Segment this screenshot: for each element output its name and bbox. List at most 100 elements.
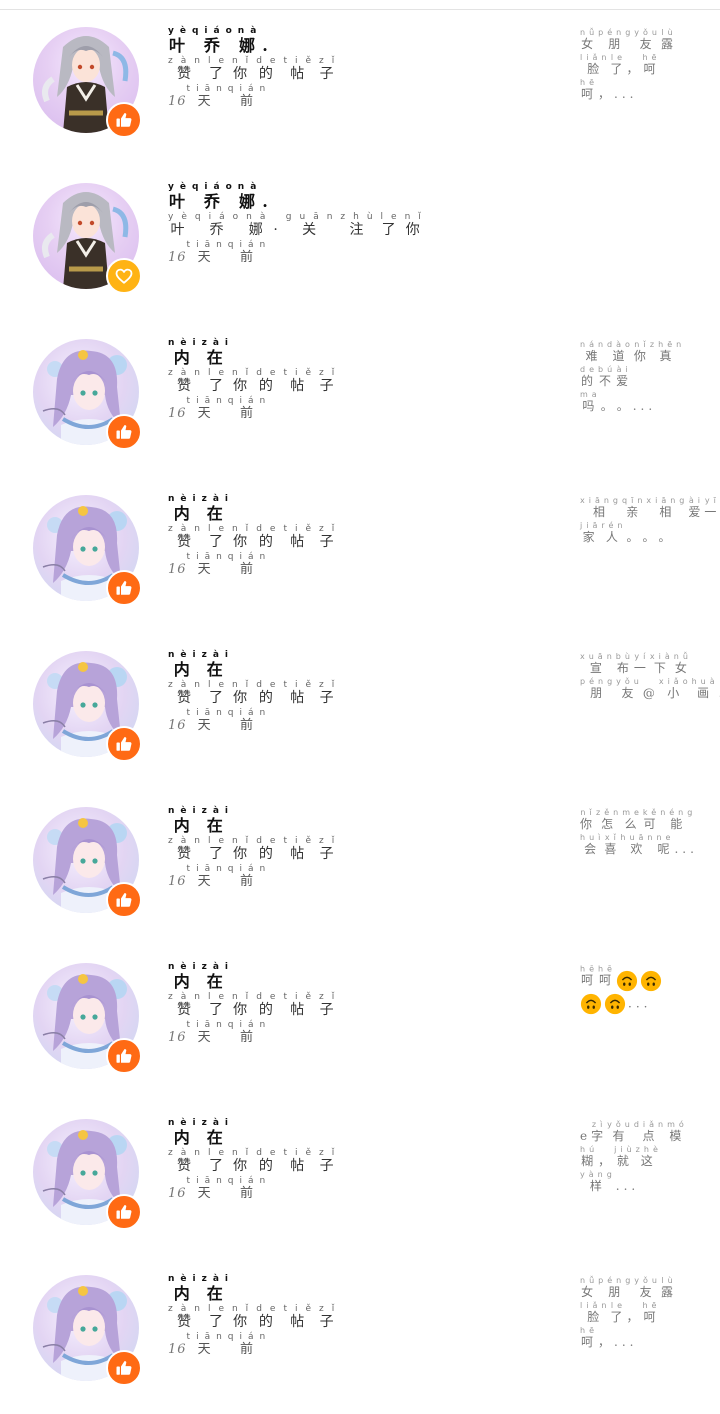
notification-item[interactable]: 内nèi在zài 赞zàn了le你nǐ的de帖tiě子zǐ 16天tiān前qián…: [0, 790, 720, 946]
ruby-char: 你nǐ: [232, 1149, 256, 1175]
user-name[interactable]: 叶yè乔qiáo娜nà.: [168, 182, 558, 211]
ruby-char: 赞zàn: [168, 1149, 208, 1175]
hanzi-char: 了: [207, 1314, 232, 1330]
pinyin: tiě: [283, 1304, 320, 1314]
hanzi-char: 前: [227, 1186, 272, 1201]
hanzi-char: 帖: [283, 378, 319, 394]
hanzi-char: ，: [598, 1154, 615, 1168]
ruby-char: 在zài: [202, 1275, 234, 1303]
hanzi-char: 了: [207, 1002, 232, 1018]
post-preview[interactable]: 女nǚ朋péng友yǒu露lù 脸liǎn了le，呵hē 呵hē，...: [580, 1276, 690, 1351]
hanzi-char: 呵: [580, 1335, 598, 1349]
pinyin: yàng: [580, 1170, 616, 1179]
ruby-char: 相xiāng: [580, 497, 622, 520]
ruby-char: 样yàng: [580, 1171, 616, 1194]
pinyin: lù: [660, 28, 677, 37]
ruby-char: ...: [614, 1335, 637, 1349]
ruby-char: 的de: [580, 366, 598, 389]
pinyin: xuān: [580, 652, 616, 661]
hanzi-char: 道: [607, 349, 634, 363]
pinyin: jiù: [614, 1145, 636, 1154]
pinyin: qiáo: [191, 182, 238, 192]
ruby-char: ...: [614, 87, 637, 101]
notification-item[interactable]: 内nèi在zài 赞zàn了le你nǐ的de帖tiě子zǐ 16天tiān前qián…: [0, 946, 720, 1102]
user-name[interactable]: 内nèi在zài: [168, 962, 558, 991]
pinyin: qián: [227, 708, 272, 718]
pinyin: zàn: [168, 524, 208, 534]
ruby-char: 前qián: [228, 553, 271, 578]
pinyin: le: [610, 1301, 627, 1310]
pinyin: nèi: [168, 962, 202, 972]
hanzi-char: 帖: [283, 534, 319, 550]
notification-item[interactable]: 内nèi在zài 赞zàn了le你nǐ的de帖tiě子zǐ 16天tiān前qián…: [0, 634, 720, 790]
hanzi-char: 注: [340, 222, 381, 238]
hanzi-char: 画: [691, 686, 719, 700]
post-preview[interactable]: 宣xuān布bù一yí下xià女nǚ朋péng友yǒu@小xiǎo画huà...: [580, 652, 720, 702]
user-name[interactable]: 内nèi在zài: [168, 806, 558, 835]
ruby-char: 的de: [256, 837, 283, 863]
pinyin: xǐ: [604, 833, 621, 842]
hanzi-char: 你: [231, 534, 257, 550]
hanzi-char: ...: [614, 87, 638, 101]
ruby-char: 天tiān: [187, 397, 228, 422]
ruby-char: 一yí: [634, 653, 650, 676]
pinyin: zàn: [168, 680, 208, 690]
post-preview[interactable]: 难nán道dào你nǐ真zhēn 的de不bú爱ài 吗ma。。...: [580, 340, 690, 415]
ruby-char: 点diǎn: [634, 1121, 667, 1144]
hanzi-char: 。: [616, 399, 633, 413]
post-preview[interactable]: 女nǚ朋péng友yǒu露lù 脸liǎn了le，呵hē 呵hē，...: [580, 28, 690, 103]
ruby-char: 怎zěn: [596, 809, 622, 832]
post-preview[interactable]: e字zì有yǒu点diǎn模mó 糊hú，就jiù这zhè 样yàng...: [580, 1120, 690, 1195]
ruby-char: 的de: [256, 369, 283, 395]
user-name[interactable]: 内nèi在zài: [168, 1118, 558, 1147]
hanzi-char: 赞: [168, 690, 208, 706]
preview-line: 吗ma。。...: [580, 390, 690, 414]
user-name[interactable]: 叶yè乔qiáo娜nà.: [168, 26, 558, 55]
notification-item[interactable]: 内nèi在zài 赞zàn了le你nǐ的de帖tiě子zǐ 16天tiān前qián…: [0, 1102, 720, 1258]
post-preview[interactable]: 呵hē呵hē...: [580, 964, 690, 1016]
ruby-char: ，: [598, 1335, 614, 1349]
ruby-char: 了le: [208, 837, 232, 863]
user-name[interactable]: 内nèi在zài: [168, 494, 558, 523]
pinyin: zài: [201, 1118, 235, 1128]
ruby-char: 脸liǎn: [580, 1302, 610, 1325]
pinyin: le: [207, 524, 232, 534]
ruby-char: 呵hē: [598, 965, 616, 988]
ruby-char: 叶yè: [168, 213, 195, 239]
ruby-char: 赞zàn: [168, 993, 208, 1019]
pinyin: de: [256, 992, 284, 1002]
pinyin: rén: [601, 521, 627, 530]
notification-item[interactable]: 叶yè乔qiáo娜nà. 赞zàn了le你nǐ的de帖tiě子zǐ 16天tiān前…: [0, 10, 720, 166]
ruby-char: 子zǐ: [319, 1305, 343, 1331]
pinyin: yī: [704, 496, 720, 505]
hanzi-char: 乔: [194, 222, 247, 238]
hanzi-char: 友: [634, 37, 661, 51]
timestamp-number: 16: [168, 1342, 187, 1357]
ruby-char: 前qián: [228, 241, 271, 266]
hanzi-char: 内: [168, 504, 202, 523]
upside-down-face-icon: [580, 993, 602, 1014]
user-name[interactable]: 内nèi在zài: [168, 1274, 558, 1303]
ruby-char: 有yǒu: [607, 1121, 634, 1144]
hanzi-char: 帖: [283, 1002, 319, 1018]
hanzi-char: 赞: [168, 846, 208, 862]
user-name[interactable]: 内nèi在zài: [168, 650, 558, 679]
preview-line: 女nǚ朋péng友yǒu露lù: [580, 1276, 690, 1300]
notification-item[interactable]: 内nèi在zài 赞zàn了le你nǐ的de帖tiě子zǐ 16天tiān前qián…: [0, 322, 720, 478]
notification-item[interactable]: 内nèi在zài 赞zàn了le你nǐ的de帖tiě子zǐ 16天tiān前qián…: [0, 1258, 720, 1414]
hanzi-char: 模: [667, 1129, 688, 1143]
post-preview[interactable]: 相xiāng亲qīn相xiāng爱ài一yī 家jiā人rén。。。: [580, 496, 716, 546]
user-name[interactable]: 内nèi在zài: [168, 338, 558, 367]
hanzi-char: 子: [319, 1314, 343, 1330]
ruby-char: 呵hē: [580, 965, 598, 988]
hanzi-char: 脸: [580, 62, 611, 76]
notification-item[interactable]: 叶yè乔qiáo娜nà. 叶yè乔qiáo娜nà·关guān注zhù了le你nǐ 1…: [0, 166, 720, 322]
notification-item[interactable]: 内nèi在zài 赞zàn了le你nǐ的de帖tiě子zǐ 16天tiān前qián…: [0, 478, 720, 634]
pinyin: tiě: [283, 836, 320, 846]
pinyin: ài: [688, 496, 705, 505]
post-preview[interactable]: 你nǐ怎zěn么me可kě能néng 会huì喜xǐ欢huān呢ne...: [580, 808, 694, 858]
ruby-char: 天tiān: [187, 709, 228, 734]
thumbs-up-icon: [106, 1038, 142, 1074]
pinyin: tiān: [186, 84, 228, 94]
ruby-char: 赞zàn: [168, 369, 208, 395]
